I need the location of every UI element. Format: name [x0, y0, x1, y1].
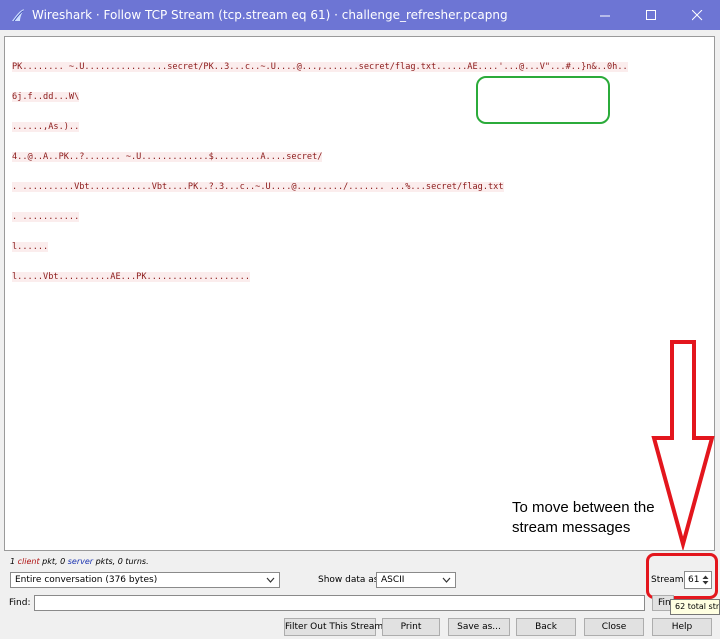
stream-tooltip: 62 total str	[670, 599, 720, 615]
help-button[interactable]: Help	[652, 618, 712, 636]
close-icon	[691, 9, 702, 20]
stream-line: 4..@..A..PK..?....... ~.U.............$.…	[12, 152, 323, 162]
green-highlight-box	[476, 76, 610, 124]
chevron-down-icon	[442, 577, 451, 583]
stream-line: . ...........	[12, 212, 80, 222]
find-input[interactable]	[34, 595, 645, 611]
back-button[interactable]: Back	[516, 618, 576, 636]
window-close-button[interactable]	[674, 0, 720, 30]
print-button[interactable]: Print	[382, 618, 440, 636]
find-label: Find:	[9, 598, 31, 608]
stream-line: l......	[12, 242, 49, 252]
stream-number-spinbox[interactable]: 61	[684, 571, 712, 589]
stream-line: PK........ ~.U................secret/PK.…	[12, 62, 628, 72]
close-button[interactable]: Close	[584, 618, 644, 636]
stream-line: l.....Vbt..........AE...PK..............…	[12, 272, 250, 282]
red-down-arrow-annotation	[651, 340, 715, 550]
spin-arrows-icon[interactable]	[702, 574, 709, 586]
maximize-icon	[645, 9, 656, 20]
maximize-button[interactable]	[628, 0, 674, 30]
filter-out-stream-button[interactable]: Filter Out This Stream	[284, 618, 383, 636]
save-as-button[interactable]: Save as...	[448, 618, 510, 636]
chevron-down-icon	[266, 577, 275, 583]
window-title: Wireshark · Follow TCP Stream (tcp.strea…	[32, 8, 508, 22]
minimize-button[interactable]	[582, 0, 628, 30]
conversation-select[interactable]: Entire conversation (376 bytes)	[10, 572, 280, 588]
stream-line: . ..........Vbt............Vbt....PK..?.…	[12, 182, 504, 192]
packet-summary: 1 client pkt, 0 server pkts, 0 turns.	[10, 557, 149, 566]
title-bar: Wireshark · Follow TCP Stream (tcp.strea…	[0, 0, 720, 30]
wireshark-fin-icon	[12, 9, 24, 22]
show-data-label: Show data as	[318, 575, 379, 585]
show-data-select[interactable]: ASCII	[376, 572, 456, 588]
annotation-text: To move between the stream messages	[512, 499, 655, 536]
stream-label: Stream	[651, 575, 684, 585]
minimize-icon	[599, 15, 610, 16]
